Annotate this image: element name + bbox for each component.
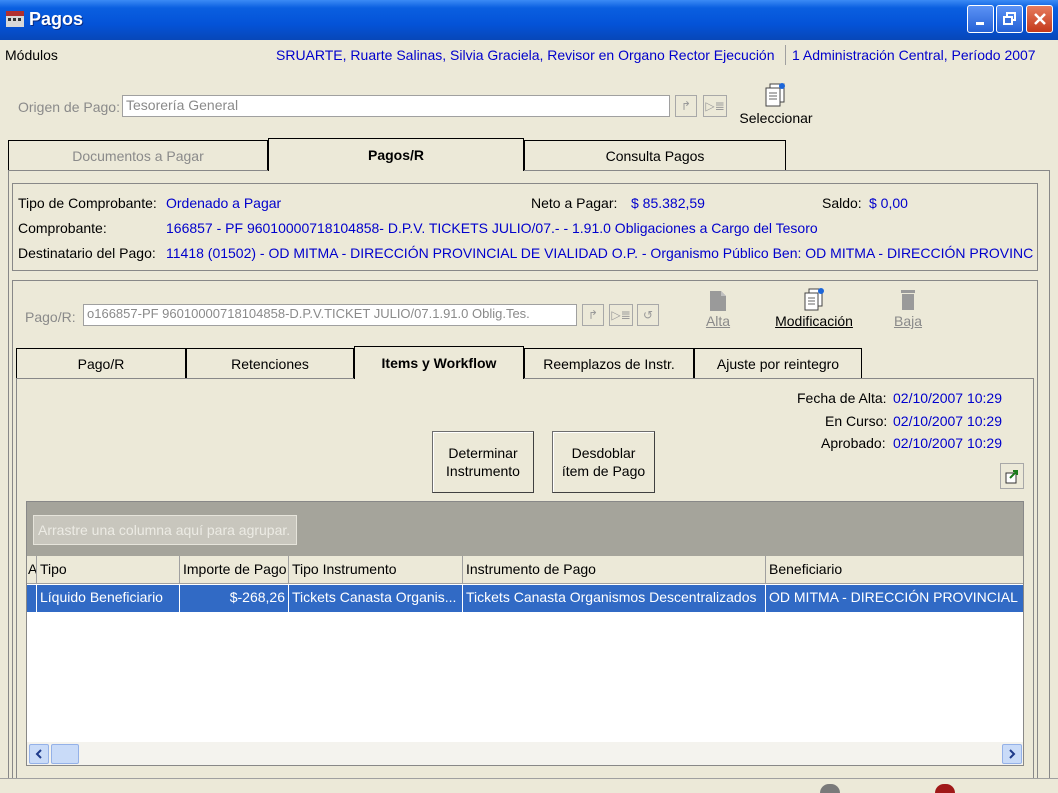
origen-input[interactable]: Tesorería General [122,95,670,117]
restore-icon [1002,12,1016,25]
destinatario-value: 11418 (01502) - OD MITMA - DIRECCIÓN PRO… [166,245,1034,261]
tab-documentos-a-pagar[interactable]: Documentos a Pagar [8,140,268,170]
tab-ajuste-reintegro[interactable]: Ajuste por reintegro [694,348,862,378]
table-cell-importe[interactable]: $-268,26 [180,585,289,612]
neto-label: Neto a Pagar: [531,195,618,211]
table-row-indicator[interactable] [27,585,37,612]
chevron-left-icon [35,749,42,759]
bottom-gray-icon [820,784,840,793]
modificacion-label: Modificación [775,313,853,329]
determinar-instrumento-button[interactable]: Determinar Instrumento [432,431,534,493]
info-separator [785,45,786,65]
fecha-alta-value: 02/10/2007 10:29 [893,390,1002,406]
items-grid: Arrastre una columna aquí para agrupar. … [26,501,1024,766]
title-bar: Pagos [0,0,1058,40]
pago-undo-button[interactable]: ↺ [637,304,659,326]
period-info: 1 Administración Central, Período 2007 [792,47,1036,63]
lookup-icon: ↱ [587,308,599,322]
horizontal-scrollbar[interactable] [27,742,1023,765]
tab-reemplazos[interactable]: Reemplazos de Instr. [524,348,694,378]
pago-list-button[interactable]: ▷≣ [609,304,633,326]
destinatario-label: Destinatario del Pago: [18,245,156,261]
neto-value: $ 85.382,59 [631,195,705,211]
undo-icon: ↺ [642,308,654,322]
pago-input[interactable]: o166857-PF 96010000718104858-D.P.V.TICKE… [83,304,577,326]
table-cell-tipo[interactable]: Líquido Beneficiario [37,585,180,612]
chevron-right-icon [1009,749,1016,759]
fecha-alta-label: Fecha de Alta: [797,390,887,406]
column-header-instrumento-pago[interactable]: Instrumento de Pago [463,556,766,584]
en-curso-value: 02/10/2007 10:29 [893,413,1002,429]
list-icon: ▷≣ [611,308,631,322]
scroll-thumb[interactable] [51,744,79,764]
scroll-left-button[interactable] [29,744,49,764]
trash-icon [901,290,915,310]
info-bar: Módulos SRUARTE, Ruarte Salinas, Silvia … [0,40,1058,70]
pago-label: Pago/R: [25,309,76,325]
aprobado-label: Aprobado: [821,435,886,451]
table-cell-beneficiario[interactable]: OD MITMA - DIRECCIÓN PROVINCIAL [766,585,1023,612]
aprobado-value: 02/10/2007 10:29 [893,435,1002,451]
baja-label: Baja [893,313,923,329]
tipo-comprobante-label: Tipo de Comprobante: [18,195,157,211]
pago-lookup-button[interactable]: ↱ [582,304,604,326]
jump-arrow-icon [1005,470,1018,484]
table-cell-tipo-instrumento[interactable]: Tickets Canasta Organis... [289,585,463,612]
baja-button[interactable]: Baja [888,287,928,329]
tab-consulta-pagos[interactable]: Consulta Pagos [524,140,786,170]
tab-pagos-r[interactable]: Pagos/R [268,138,524,171]
select-document-icon [765,83,785,107]
origen-lookup-button[interactable]: ↱ [675,95,697,117]
group-by-bar: Arrastre una columna aquí para agrupar. [27,502,1023,556]
close-icon [1033,13,1046,25]
comprobante-value: 166857 - PF 96010000718104858- D.P.V. TI… [166,220,818,236]
new-document-icon [710,291,726,311]
user-info: SRUARTE, Ruarte Salinas, Silvia Graciela… [276,47,775,63]
table-cell-instrumento-pago[interactable]: Tickets Canasta Organismos Descentraliza… [463,585,766,612]
column-header-tipo[interactable]: Tipo [37,556,180,584]
list-icon: ▷≣ [705,99,725,113]
column-header-a[interactable]: A [27,556,37,584]
tab-items-workflow[interactable]: Items y Workflow [354,346,524,379]
bottom-strip [0,778,1058,793]
tab-retenciones[interactable]: Retenciones [186,348,354,378]
workflow-jump-button[interactable] [1000,463,1024,489]
seleccionar-label: Seleccionar [739,110,813,126]
modulos-menu[interactable]: Módulos [5,47,58,63]
lookup-icon: ↱ [680,99,692,113]
minimize-button[interactable] [967,5,994,33]
saldo-label: Saldo: [822,195,862,211]
alta-label: Alta [705,313,731,329]
saldo-value: $ 0,00 [869,195,908,211]
tab-pago-r[interactable]: Pago/R [16,348,186,378]
window-title: Pagos [29,9,84,29]
comprobante-label: Comprobante: [18,220,107,236]
alta-button[interactable]: Alta [698,287,738,329]
scroll-right-button[interactable] [1002,744,1022,764]
origen-label: Origen de Pago: [18,99,120,115]
column-header-importe[interactable]: Importe de Pago [180,556,289,584]
origen-list-button[interactable]: ▷≣ [703,95,727,117]
column-header-tipo-instrumento[interactable]: Tipo Instrumento [289,556,463,584]
edit-document-icon [804,288,824,311]
seleccionar-button[interactable]: Seleccionar [736,80,816,126]
app-icon [6,11,24,27]
close-button[interactable] [1026,5,1053,33]
en-curso-label: En Curso: [825,413,888,429]
group-by-hint[interactable]: Arrastre una columna aquí para agrupar. [33,515,297,545]
modificacion-button[interactable]: Modificación [772,287,856,329]
tipo-comprobante-value: Ordenado a Pagar [166,195,282,211]
bottom-red-icon [935,784,955,793]
minimize-icon [975,22,984,25]
desdoblar-item-button[interactable]: Desdoblar ítem de Pago [552,431,655,493]
restore-button[interactable] [996,5,1023,33]
column-header-beneficiario[interactable]: Beneficiario [766,556,1023,584]
